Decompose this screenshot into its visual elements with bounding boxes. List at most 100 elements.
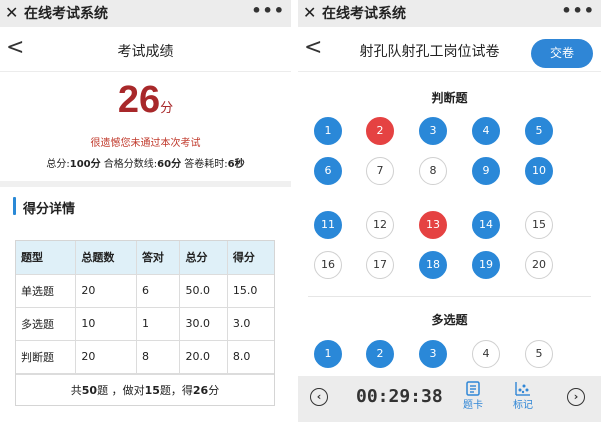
exam-summary: 总分:100分 合格分数线:60分 答卷耗时:6秒 bbox=[0, 155, 291, 170]
col-header: 总分 bbox=[179, 241, 228, 275]
question-button[interactable]: 3 bbox=[419, 117, 447, 145]
page-title: 射孔队射孔工岗位试卷 bbox=[359, 44, 500, 60]
mark-button[interactable]: 标记 bbox=[509, 381, 537, 414]
app-title: 在线考试系统 bbox=[24, 6, 108, 22]
mark-label: 标记 bbox=[513, 400, 533, 411]
table-cell: 8 bbox=[135, 339, 181, 374]
section-accent-bar bbox=[13, 197, 16, 215]
question-button[interactable]: 5 bbox=[525, 340, 553, 368]
more-icon[interactable]: ••• bbox=[561, 1, 595, 20]
question-button[interactable]: 7 bbox=[366, 157, 394, 185]
bottom-toolbar: ‹ 00:29:38 题卡 标记 › bbox=[298, 376, 601, 422]
table-header-row: 题型 总题数 答对 总分 得分 bbox=[16, 241, 274, 275]
close-icon[interactable]: ✕ bbox=[5, 3, 18, 23]
score-display: 26分 bbox=[0, 78, 291, 122]
table-cell: 20 bbox=[75, 339, 137, 374]
question-button[interactable]: 20 bbox=[525, 251, 553, 279]
table-row: 多选题 10 1 30.0 3.0 bbox=[16, 306, 274, 341]
footer-total: 50 bbox=[81, 383, 98, 397]
table-row: 判断题 20 8 20.0 8.0 bbox=[16, 339, 274, 374]
col-header: 得分 bbox=[226, 241, 274, 275]
question-button[interactable]: 3 bbox=[419, 340, 447, 368]
question-button[interactable]: 4 bbox=[472, 117, 500, 145]
table-cell: 20.0 bbox=[179, 339, 228, 374]
question-button[interactable]: 2 bbox=[366, 340, 394, 368]
table-cell: 8.0 bbox=[226, 339, 274, 374]
col-header: 答对 bbox=[135, 241, 181, 275]
table-footer: 共50题 ，做对15题，得26分 bbox=[16, 373, 274, 405]
section-title: 得分详情 bbox=[23, 202, 76, 217]
question-button[interactable]: 16 bbox=[314, 251, 342, 279]
pass-value: 60分 bbox=[157, 159, 182, 170]
time-value: 6秒 bbox=[227, 159, 245, 170]
table-cell: 30.0 bbox=[179, 306, 228, 341]
results-screen: ✕ 在线考试系统 ••• < 考试成绩 26分 很遗憾您未通过本次考试 总分:1… bbox=[0, 0, 291, 422]
close-icon[interactable]: ✕ bbox=[303, 3, 316, 23]
table-cell: 单选题 bbox=[16, 273, 77, 308]
question-button[interactable]: 19 bbox=[472, 251, 500, 279]
table-cell: 多选题 bbox=[16, 306, 77, 341]
panel-gap bbox=[291, 0, 298, 422]
table-cell: 判断题 bbox=[16, 339, 77, 374]
app-bar: ✕ 在线考试系统 ••• bbox=[0, 0, 291, 27]
next-icon[interactable]: › bbox=[567, 388, 585, 406]
app-bar: ✕ 在线考试系统 ••• bbox=[298, 0, 601, 27]
score-unit: 分 bbox=[160, 101, 174, 116]
col-header: 题型 bbox=[16, 241, 77, 275]
nav-bar: < 考试成绩 bbox=[0, 27, 291, 72]
answer-card-screen: ✕ 在线考试系统 ••• < 射孔队射孔工岗位试卷 交卷 判断题 1234567… bbox=[298, 0, 601, 422]
page-title: 考试成绩 bbox=[117, 44, 174, 60]
question-button[interactable]: 15 bbox=[525, 211, 553, 239]
table-cell: 50.0 bbox=[179, 273, 228, 308]
question-button[interactable]: 5 bbox=[525, 117, 553, 145]
question-button[interactable]: 18 bbox=[419, 251, 447, 279]
section-divider bbox=[308, 296, 591, 297]
question-button[interactable]: 1 bbox=[314, 340, 342, 368]
total-label: 总分: bbox=[46, 159, 70, 170]
section-title-judgement: 判断题 bbox=[431, 91, 468, 105]
question-button[interactable]: 10 bbox=[525, 157, 553, 185]
question-button[interactable]: 9 bbox=[472, 157, 500, 185]
pass-label: 合格分数线: bbox=[103, 159, 158, 170]
footer-text: 共 bbox=[70, 383, 82, 397]
question-button[interactable]: 14 bbox=[472, 211, 500, 239]
question-button[interactable]: 4 bbox=[472, 340, 500, 368]
total-value: 100分 bbox=[69, 159, 101, 170]
col-header: 总题数 bbox=[75, 241, 137, 275]
footer-text: 题 ，做对 bbox=[97, 383, 145, 397]
prev-icon[interactable]: ‹ bbox=[310, 388, 328, 406]
footer-text: 分 bbox=[208, 383, 220, 397]
footer-score: 26 bbox=[192, 383, 209, 397]
question-button[interactable]: 2 bbox=[366, 117, 394, 145]
question-button[interactable]: 1 bbox=[314, 117, 342, 145]
answer-card-label: 题卡 bbox=[463, 400, 483, 411]
footer-correct: 15 bbox=[144, 383, 160, 397]
question-button[interactable]: 13 bbox=[419, 211, 447, 239]
section-title-multiple: 多选题 bbox=[431, 313, 468, 327]
question-button[interactable]: 6 bbox=[314, 157, 342, 185]
table-cell: 20 bbox=[75, 273, 137, 308]
question-button[interactable]: 17 bbox=[366, 251, 394, 279]
table-cell: 10 bbox=[75, 306, 137, 341]
section-separator bbox=[0, 181, 291, 187]
countdown-timer: 00:29:38 bbox=[356, 386, 443, 407]
app-title: 在线考试系统 bbox=[322, 6, 406, 22]
mark-icon bbox=[509, 381, 537, 398]
table-cell: 15.0 bbox=[226, 273, 274, 308]
submit-button[interactable]: 交卷 bbox=[531, 39, 593, 68]
table-cell: 3.0 bbox=[226, 306, 274, 341]
time-label: 答卷耗时: bbox=[184, 159, 228, 170]
table-cell: 6 bbox=[135, 273, 181, 308]
table-cell: 1 bbox=[135, 306, 181, 341]
footer-text: 题，得 bbox=[159, 383, 193, 397]
score-table: 题型 总题数 答对 总分 得分 单选题 20 6 50.0 15.0 多选题 1 bbox=[15, 240, 275, 406]
fail-message: 很遗憾您未通过本次考试 bbox=[90, 138, 201, 149]
question-button[interactable]: 12 bbox=[366, 211, 394, 239]
table-row: 单选题 20 6 50.0 15.0 bbox=[16, 273, 274, 308]
question-button[interactable]: 11 bbox=[314, 211, 342, 239]
answer-card-icon bbox=[459, 381, 487, 398]
score-value: 26 bbox=[117, 79, 161, 121]
more-icon[interactable]: ••• bbox=[251, 1, 285, 20]
question-button[interactable]: 8 bbox=[419, 157, 447, 185]
answer-card-button[interactable]: 题卡 bbox=[459, 381, 487, 414]
